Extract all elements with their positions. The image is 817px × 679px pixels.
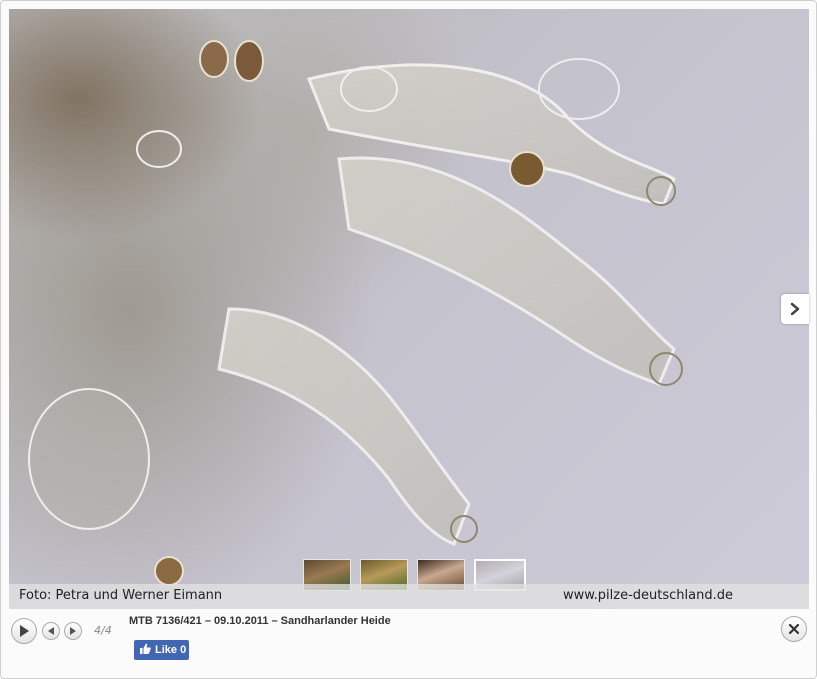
main-photo[interactable]: Foto: Petra und Werner Eimann www.pilze-… xyxy=(9,9,809,609)
next-button[interactable] xyxy=(64,622,82,640)
chevron-right-icon xyxy=(790,302,800,316)
site-watermark: www.pilze-deutschland.de xyxy=(562,588,733,603)
arrow-right-icon xyxy=(70,627,76,635)
next-slide-button[interactable] xyxy=(781,294,809,324)
photo-title: MTB 7136/421 – 09.10.2011 – Sandharlande… xyxy=(129,615,391,627)
play-button[interactable] xyxy=(11,618,37,644)
photo-credit: Foto: Petra und Werner Eimann xyxy=(19,588,223,603)
photo-caption-bar: Foto: Petra und Werner Eimann www.pilze-… xyxy=(9,584,809,609)
like-label: Like 0 xyxy=(155,644,187,656)
microscopy-illustration xyxy=(28,40,683,586)
close-icon xyxy=(789,624,799,634)
arrow-left-icon xyxy=(48,627,54,635)
facebook-like-button[interactable]: Like 0 xyxy=(134,640,189,660)
play-icon xyxy=(20,625,29,637)
slide-counter: 4/4 xyxy=(94,624,112,637)
close-button[interactable] xyxy=(781,616,807,642)
previous-button[interactable] xyxy=(42,622,60,640)
thumbs-up-icon xyxy=(140,643,151,657)
